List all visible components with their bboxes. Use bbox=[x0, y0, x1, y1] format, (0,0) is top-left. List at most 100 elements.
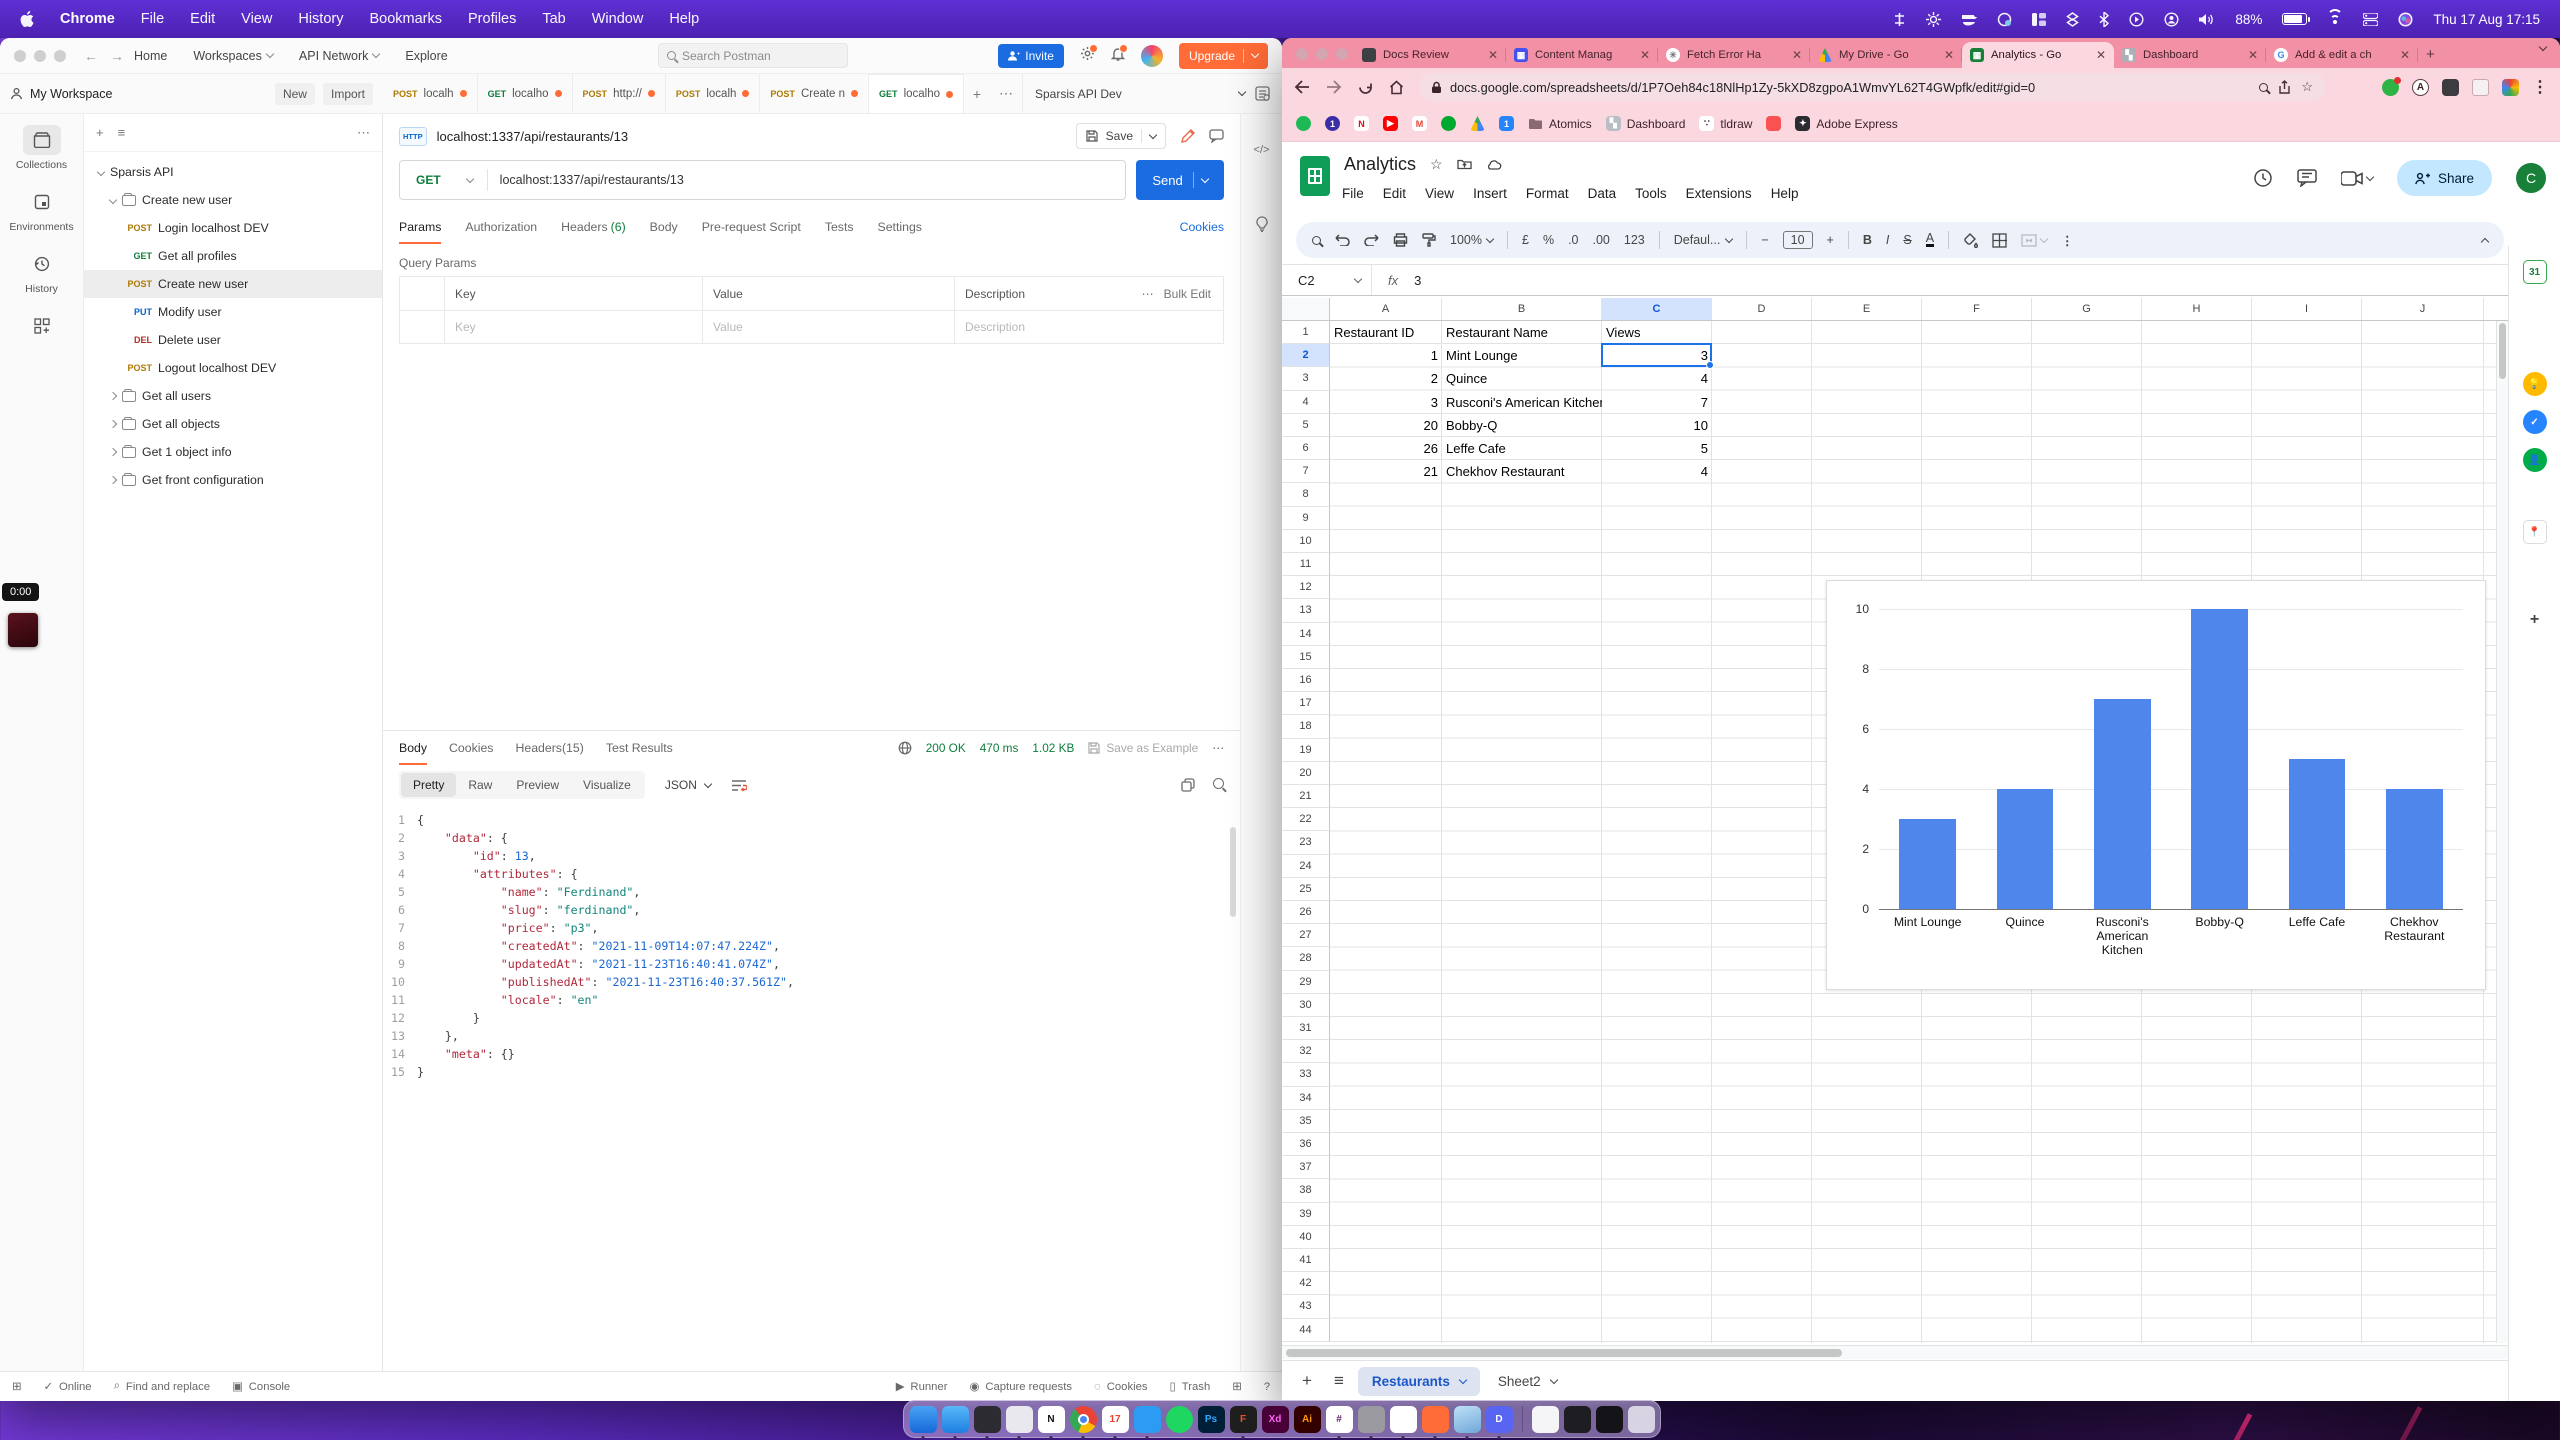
method-selector[interactable]: GET bbox=[400, 173, 487, 187]
qp-input-key[interactable]: Key bbox=[444, 311, 702, 343]
dock-figma-icon[interactable]: F bbox=[1230, 1406, 1257, 1433]
column-header-I[interactable]: I bbox=[2252, 298, 2362, 320]
row-header-28[interactable]: 28 bbox=[1282, 947, 1330, 970]
tab-settings[interactable]: Settings bbox=[878, 210, 922, 244]
request-tab-create-n[interactable]: POSTCreate n bbox=[760, 74, 869, 113]
bookmark-evernote[interactable] bbox=[1441, 116, 1456, 131]
bookmark-youtube[interactable]: ▶ bbox=[1383, 116, 1398, 131]
request-tab-localho[interactable]: GETlocalho bbox=[478, 74, 573, 113]
row-header-33[interactable]: 33 bbox=[1282, 1063, 1330, 1086]
cell-B7[interactable]: Chekhov Restaurant bbox=[1442, 460, 1602, 483]
displays-icon[interactable] bbox=[2363, 13, 2378, 26]
undo-icon[interactable] bbox=[1335, 234, 1350, 246]
print-icon[interactable] bbox=[1393, 233, 1408, 247]
status-capture-requests[interactable]: ◉Capture requests bbox=[969, 1380, 1072, 1393]
contacts-panel-icon[interactable]: 👤 bbox=[2523, 448, 2547, 472]
bookmark-adobe-express[interactable]: ✦Adobe Express bbox=[1795, 116, 1897, 131]
cell-A3[interactable]: 2 bbox=[1330, 367, 1442, 390]
siri-icon[interactable] bbox=[2398, 12, 2413, 27]
row-header-9[interactable]: 9 bbox=[1282, 507, 1330, 530]
row-header-32[interactable]: 32 bbox=[1282, 1040, 1330, 1063]
bar-quince[interactable] bbox=[1997, 789, 2053, 909]
row-header-38[interactable]: 38 bbox=[1282, 1179, 1330, 1202]
star-document-icon[interactable]: ☆ bbox=[1430, 156, 1443, 173]
cell-A5[interactable]: 20 bbox=[1330, 414, 1442, 437]
cell-B4[interactable]: Rusconi's American Kitchen bbox=[1442, 391, 1602, 414]
nav-explore[interactable]: Explore bbox=[405, 49, 447, 63]
status-find-and-replace[interactable]: ⌕Find and replace bbox=[114, 1380, 210, 1393]
save-button[interactable]: Save bbox=[1076, 123, 1166, 149]
docker-icon[interactable] bbox=[1961, 13, 1977, 26]
response-body-json[interactable]: 1{2 "data": {3 "id": 13,4 "attributes": … bbox=[383, 805, 1240, 1371]
row-header-20[interactable]: 20 bbox=[1282, 762, 1330, 785]
status-console[interactable]: ▣Console bbox=[232, 1380, 290, 1393]
bookmark-spotify[interactable] bbox=[1296, 116, 1311, 131]
tab-headers[interactable]: Headers(6) bbox=[561, 210, 626, 244]
bookmark-bluecal[interactable]: 1 bbox=[1499, 116, 1514, 131]
sheets-menu-extensions[interactable]: Extensions bbox=[1686, 186, 1752, 201]
invite-button[interactable]: Invite bbox=[998, 44, 1064, 68]
cleanmymac-icon[interactable] bbox=[1997, 12, 2012, 27]
tree-get-all-objects[interactable]: Get all objects bbox=[84, 410, 382, 438]
copy-icon[interactable] bbox=[1181, 778, 1195, 792]
dock-trash-icon[interactable] bbox=[1628, 1406, 1655, 1433]
cell-B6[interactable]: Leffe Cafe bbox=[1442, 437, 1602, 460]
qp-more-icon[interactable]: ⋯ bbox=[1142, 287, 1154, 301]
gear-icon[interactable] bbox=[1080, 46, 1095, 65]
column-header-D[interactable]: D bbox=[1712, 298, 1812, 320]
sheets-menu-edit[interactable]: Edit bbox=[1383, 186, 1406, 201]
nav-api-network[interactable]: API Network bbox=[299, 49, 379, 63]
lightbulb-icon[interactable] bbox=[1255, 216, 1269, 232]
cell-B3[interactable]: Quince bbox=[1442, 367, 1602, 390]
collapse-toolbar-icon[interactable] bbox=[2481, 237, 2489, 245]
request-get-all-profiles[interactable]: GETGet all profiles bbox=[84, 242, 382, 270]
menu-help[interactable]: Help bbox=[669, 11, 699, 27]
row-header-12[interactable]: 12 bbox=[1282, 576, 1330, 599]
row-header-11[interactable]: 11 bbox=[1282, 553, 1330, 576]
browser-back-icon[interactable] bbox=[1294, 80, 1310, 94]
reload-icon[interactable] bbox=[1358, 80, 1373, 95]
cell-C7[interactable]: 4 bbox=[1602, 460, 1712, 483]
row-header-6[interactable]: 6 bbox=[1282, 437, 1330, 460]
tree-sparsis-api[interactable]: Sparsis API bbox=[84, 158, 382, 186]
menu-window[interactable]: Window bbox=[592, 11, 644, 27]
account-avatar[interactable]: C bbox=[2516, 163, 2546, 193]
nav-home[interactable]: Home bbox=[134, 49, 167, 63]
volume-icon[interactable] bbox=[2199, 13, 2215, 26]
dock-document-icon[interactable] bbox=[1532, 1406, 1559, 1433]
horizontal-scrollbar[interactable] bbox=[1282, 1345, 2508, 1359]
menu-history[interactable]: History bbox=[298, 11, 343, 27]
row-header-18[interactable]: 18 bbox=[1282, 715, 1330, 738]
browser-tab-fetch-error-ha[interactable]: ✳Fetch Error Ha✕ bbox=[1658, 42, 1810, 68]
format-percent-button[interactable]: % bbox=[1543, 233, 1554, 247]
dock-launcher-icon[interactable] bbox=[1006, 1406, 1033, 1433]
response-format-dropdown[interactable]: JSON bbox=[655, 773, 721, 797]
tab-tests[interactable]: Tests bbox=[825, 210, 854, 244]
paint-format-icon[interactable] bbox=[1422, 233, 1436, 247]
send-button[interactable]: Send bbox=[1136, 160, 1224, 200]
move-folder-icon[interactable] bbox=[1457, 157, 1472, 173]
bar-rusconi-s-american-kitchen[interactable] bbox=[2094, 699, 2150, 909]
cell-A4[interactable]: 3 bbox=[1330, 391, 1442, 414]
comments-icon[interactable] bbox=[2297, 169, 2317, 187]
cell-A6[interactable]: 26 bbox=[1330, 437, 1442, 460]
bar-bobby-q[interactable] bbox=[2191, 609, 2247, 909]
home-icon[interactable] bbox=[1389, 80, 1404, 95]
dock-postman-icon[interactable] bbox=[1422, 1406, 1449, 1433]
bar-leffe-cafe[interactable] bbox=[2289, 759, 2345, 909]
toolbar-more-icon[interactable]: ⋮ bbox=[2061, 233, 2074, 248]
response-tab-cookies[interactable]: Cookies bbox=[449, 731, 493, 765]
response-scrollbar[interactable] bbox=[1230, 827, 1236, 917]
fill-color-icon[interactable] bbox=[1963, 233, 1978, 248]
row-header-43[interactable]: 43 bbox=[1282, 1295, 1330, 1318]
nav-workspaces[interactable]: Workspaces bbox=[193, 49, 273, 63]
browser-tab-my-drive-go[interactable]: My Drive - Go✕ bbox=[1810, 42, 1962, 68]
browser-tab-analytics-go[interactable]: ▦Analytics - Go✕ bbox=[1962, 42, 2114, 68]
shortcuts-icon[interactable] bbox=[2066, 12, 2079, 27]
menu-bookmarks[interactable]: Bookmarks bbox=[369, 11, 442, 27]
extension-dark-icon[interactable] bbox=[2442, 79, 2459, 96]
dock-reminders-icon[interactable] bbox=[1390, 1406, 1417, 1433]
calendar-panel-icon[interactable]: 31 bbox=[2523, 260, 2547, 284]
sheet-tab-restaurants[interactable]: Restaurants bbox=[1358, 1367, 1480, 1396]
add-panel-icon[interactable]: + bbox=[2523, 608, 2547, 632]
